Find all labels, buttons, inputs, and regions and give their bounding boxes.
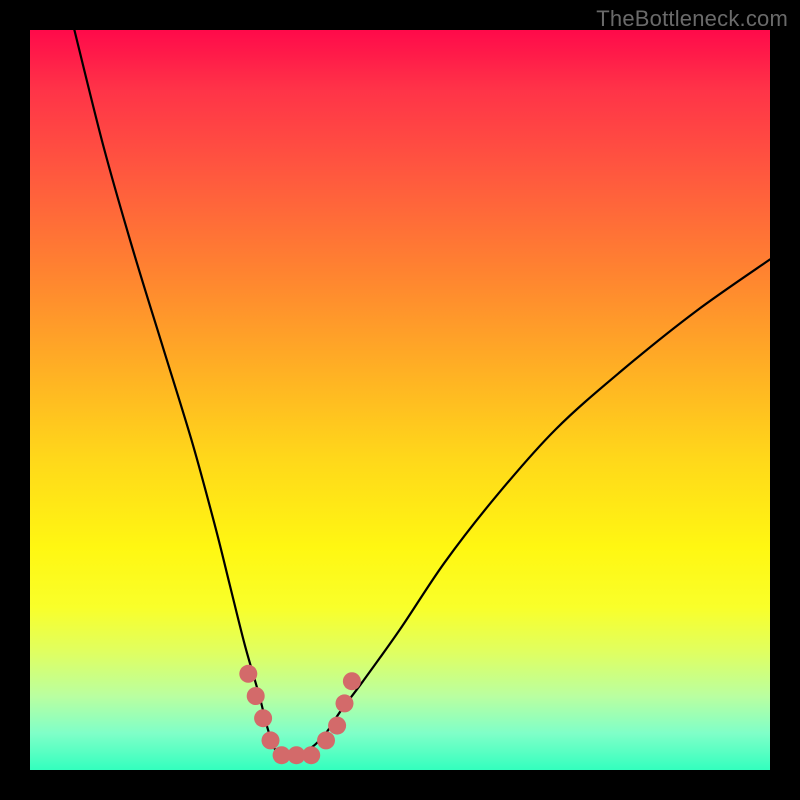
highlight-dot xyxy=(254,709,272,727)
highlight-dot xyxy=(239,665,257,683)
highlight-dot xyxy=(336,694,354,712)
highlight-dot xyxy=(247,687,265,705)
highlight-dot xyxy=(343,672,361,690)
highlight-dot xyxy=(328,717,346,735)
highlight-dot xyxy=(262,731,280,749)
highlight-dot xyxy=(317,731,335,749)
highlight-dots xyxy=(239,665,361,764)
chart-svg xyxy=(30,30,770,770)
chart-plot-area xyxy=(30,30,770,770)
highlight-dot xyxy=(302,746,320,764)
watermark-text: TheBottleneck.com xyxy=(596,6,788,32)
bottleneck-curve xyxy=(74,30,770,756)
